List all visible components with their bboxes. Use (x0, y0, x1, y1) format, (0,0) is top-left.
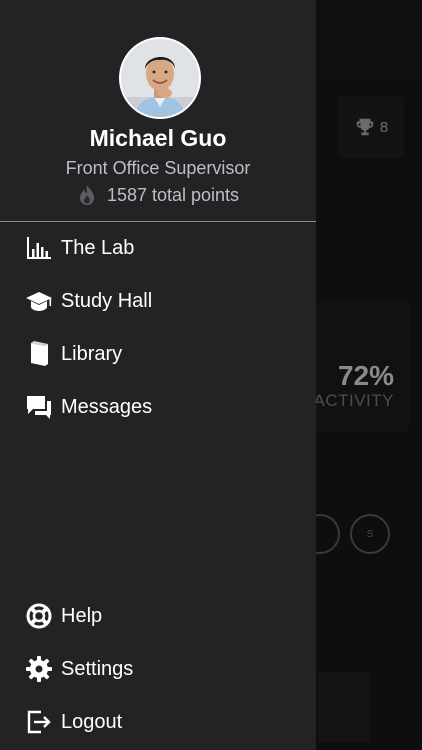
menu-item-help[interactable]: Help (0, 594, 316, 638)
activity-label: ACTIVITY (313, 391, 394, 410)
menu-item-logout[interactable]: Logout (0, 700, 316, 744)
menu-item-help-label: Help (61, 604, 103, 627)
trophy-card: 8 (338, 96, 404, 158)
lifebuoy-icon (25, 602, 53, 630)
menu-item-logout-label: Logout (61, 710, 123, 733)
user-name: Michael Guo (89, 125, 227, 151)
trophy-icon (356, 118, 374, 136)
menu-item-study-hall[interactable]: Study Hall (0, 279, 316, 323)
points-text: 1587 total points (106, 184, 240, 205)
graduation-cap-icon (25, 287, 53, 315)
bar-chart-icon (25, 234, 53, 262)
user-role: Front Office Supervisor (65, 158, 251, 178)
activity-value: 72% (337, 360, 394, 391)
menu-item-settings[interactable]: Settings (0, 647, 316, 691)
logout-icon (25, 708, 53, 736)
avatar[interactable] (119, 37, 201, 119)
background-bottom-card (318, 672, 370, 742)
menu-item-the-lab-label: The Lab (61, 236, 135, 259)
side-drawer: Michael Guo Front Office Supervisor 1587… (0, 0, 316, 750)
chat-bubbles-icon (25, 393, 53, 421)
menu-item-messages-label: Messages (61, 395, 153, 418)
background-circle-2-label: S (366, 528, 374, 540)
background-circle-2: S (350, 514, 390, 554)
profile-section: Michael Guo Front Office Supervisor 1587… (0, 0, 316, 220)
avatar-image (121, 39, 199, 117)
menu-item-library-label: Library (61, 342, 123, 365)
menu-item-messages[interactable]: Messages (0, 385, 316, 429)
menu-item-library[interactable]: Library (0, 332, 316, 376)
user-points: 1587 total points (0, 184, 316, 206)
profile-divider (0, 221, 316, 222)
trophy-count: 8 (379, 118, 389, 136)
gear-icon (25, 655, 53, 683)
flame-icon (79, 185, 94, 205)
menu-item-study-hall-label: Study Hall (61, 289, 153, 312)
book-icon (25, 340, 53, 368)
menu-item-the-lab[interactable]: The Lab (0, 226, 316, 270)
menu-item-settings-label: Settings (61, 657, 134, 680)
